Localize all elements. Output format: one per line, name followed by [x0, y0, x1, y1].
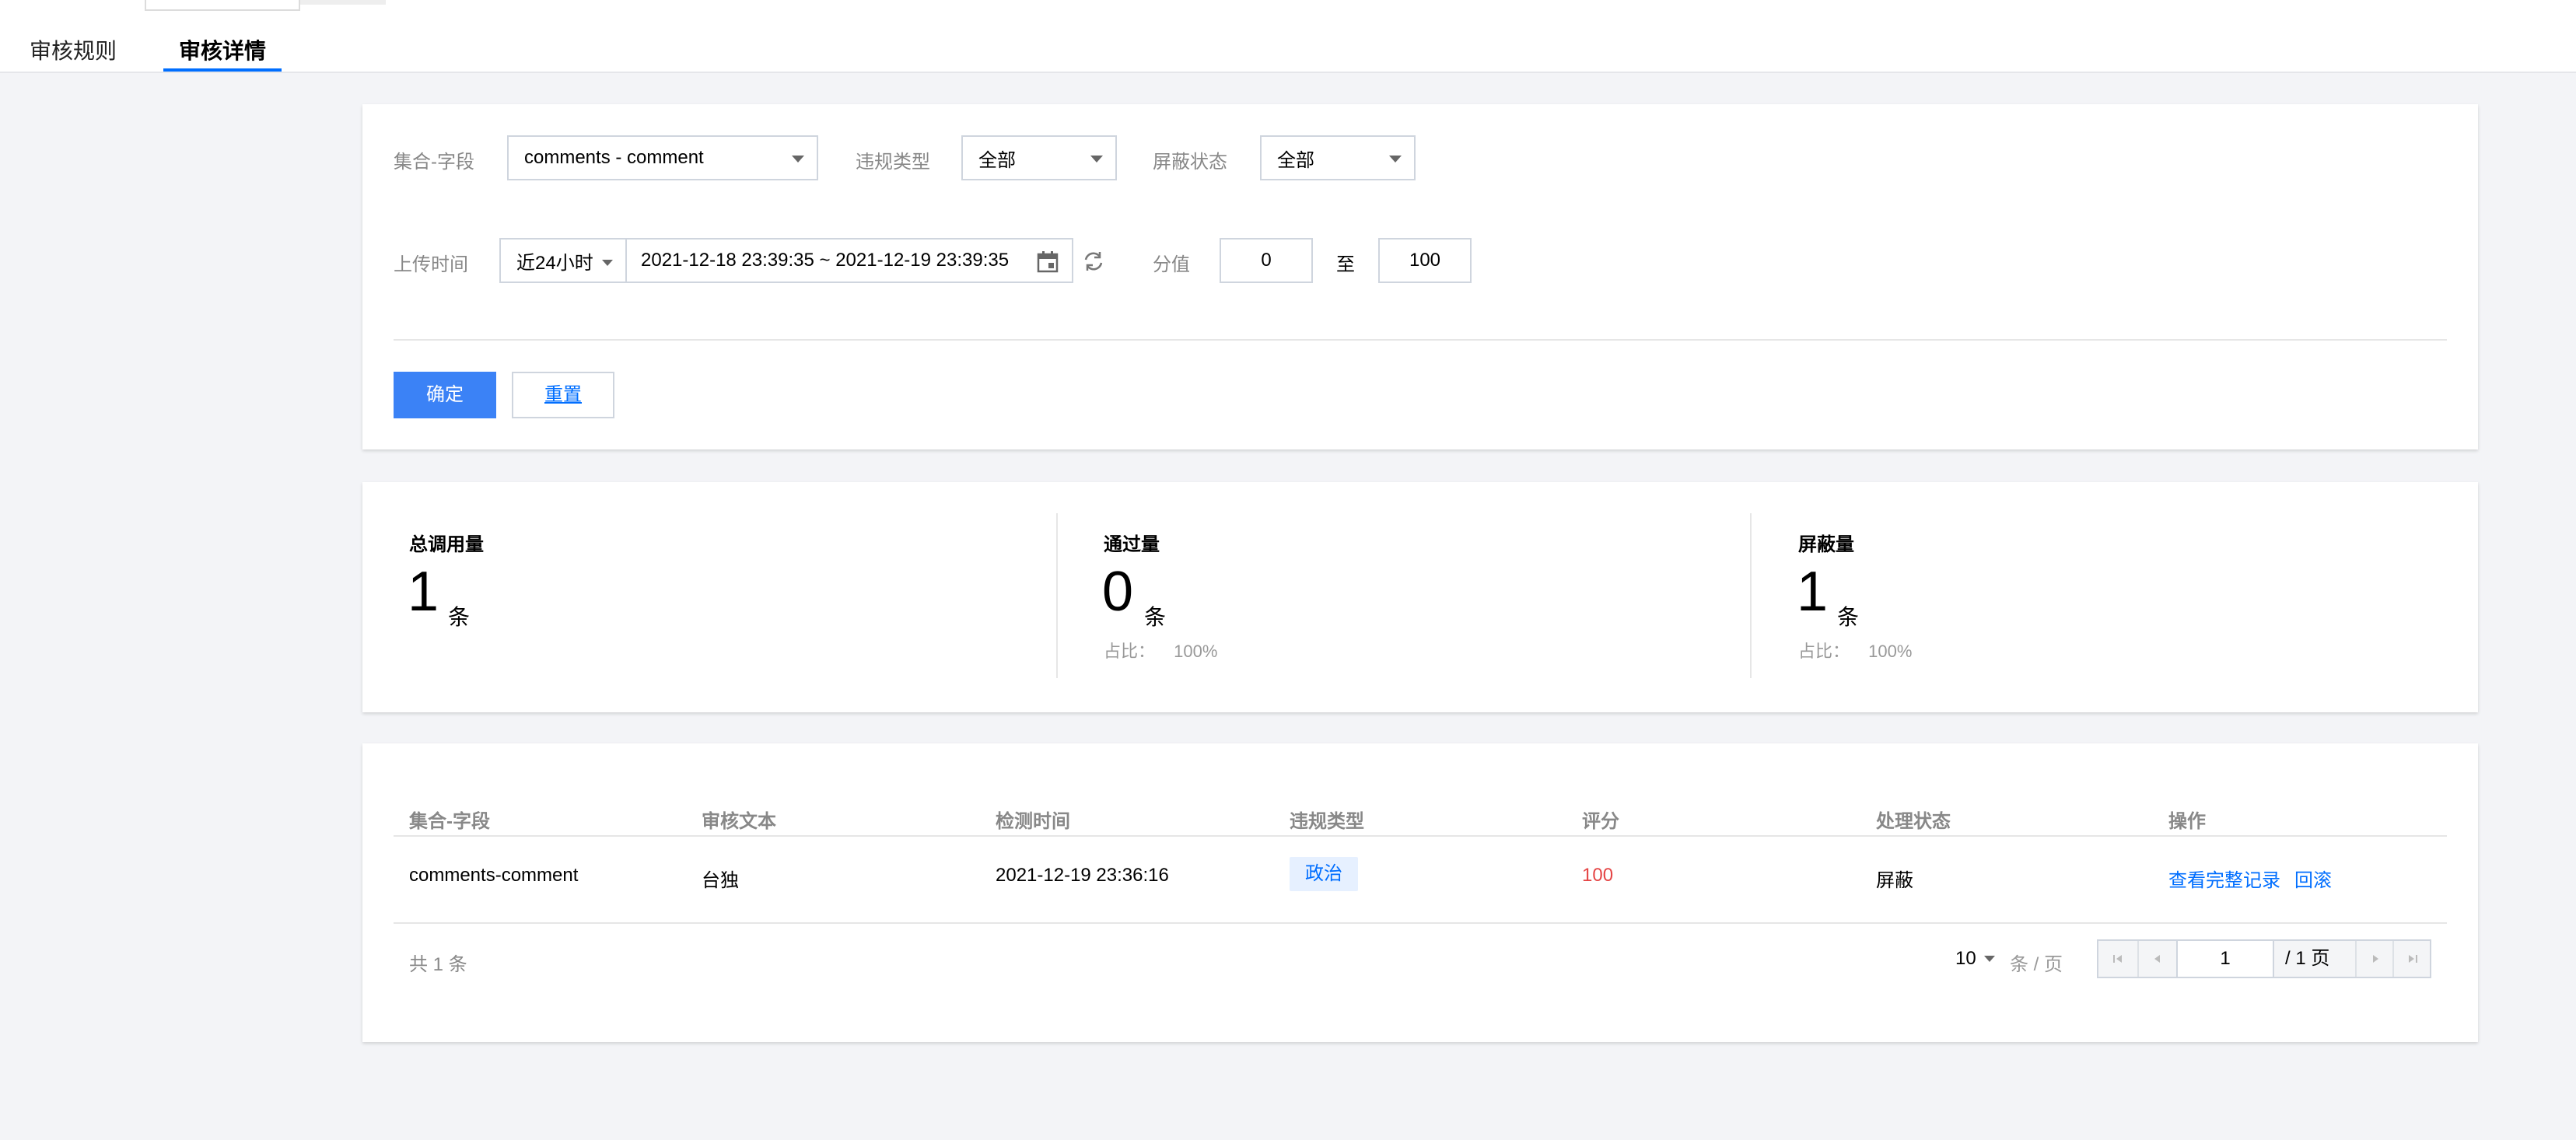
last-page-icon[interactable]: [2392, 941, 2431, 977]
top-tab-bar: 审核规则 审核详情: [0, 0, 2576, 73]
view-full-record-link[interactable]: 查看完整记录: [2168, 865, 2280, 892]
col-header-actions: 操作: [2168, 811, 2206, 832]
collection-field-value: comments - comment: [524, 147, 704, 168]
stat-value: 0: [1102, 561, 1134, 623]
prev-page-icon[interactable]: [2137, 941, 2176, 977]
block-status-value: 全部: [1277, 149, 1314, 171]
stat-title: 总调用量: [409, 534, 484, 555]
violation-type-select[interactable]: 全部: [961, 135, 1117, 180]
filter-card: 集合-字段 comments - comment 违规类型 全部 屏蔽状态 全部…: [362, 104, 2478, 449]
stat-ratio: 占比： 100%: [1798, 638, 1912, 663]
col-header-field: 集合-字段: [409, 811, 490, 832]
calendar-icon: [1037, 251, 1059, 273]
date-range-value: 2021-12-18 23:39:35 ~ 2021-12-19 23:39:3…: [641, 250, 1010, 271]
pagination: 1 / 1 页: [2097, 939, 2431, 978]
col-header-text: 审核文本: [702, 811, 776, 832]
block-status-label: 屏蔽状态: [1153, 152, 1227, 173]
stat-blocked: 屏蔽量 1 条 占比： 100%: [1752, 513, 2420, 678]
total-pages: / 1 页: [2285, 948, 2330, 969]
cell-score: 100: [1582, 865, 1614, 886]
score-label: 分值: [1153, 254, 1190, 275]
col-header-type: 违规类型: [1290, 811, 1364, 832]
page-size-select[interactable]: 10: [1955, 941, 1995, 977]
stat-unit: 条: [1144, 605, 1167, 629]
stat-title: 通过量: [1104, 534, 1160, 555]
stat-unit: 条: [448, 605, 471, 629]
cell-time: 2021-12-19 23:36:16: [996, 865, 1169, 886]
date-range-picker[interactable]: 2021-12-18 23:39:35 ~ 2021-12-19 23:39:3…: [625, 238, 1073, 283]
col-header-time: 检测时间: [996, 811, 1070, 832]
reset-button[interactable]: 重置: [512, 372, 614, 418]
block-status-select[interactable]: 全部: [1260, 135, 1416, 180]
chevron-down-icon: [1389, 156, 1402, 163]
tab-audit-rules[interactable]: 审核规则: [30, 34, 117, 65]
time-preset-select[interactable]: 近24小时: [499, 238, 627, 283]
cell-field: comments-comment: [409, 865, 579, 886]
stat-ratio-label: 占比：: [1104, 642, 1156, 661]
next-page-icon[interactable]: [2355, 941, 2394, 977]
col-header-status: 处理状态: [1876, 811, 1951, 832]
chevron-down-icon: [792, 156, 804, 163]
stat-ratio: 占比： 100%: [1104, 638, 1217, 663]
table-row-divider: [394, 922, 2447, 924]
collection-field-select[interactable]: comments - comment: [507, 135, 818, 180]
violation-type-tag: 政治: [1290, 857, 1358, 891]
collection-field-label: 集合-字段: [394, 152, 474, 173]
cell-status: 屏蔽: [1876, 870, 1913, 891]
rollback-link[interactable]: 回滚: [2294, 865, 2332, 892]
page-number-input[interactable]: 1: [2176, 941, 2274, 977]
first-page-icon[interactable]: [2098, 941, 2137, 977]
stat-total-calls: 总调用量 1 条: [362, 513, 1031, 678]
violation-type-label: 违规类型: [856, 152, 930, 173]
violation-type-value: 全部: [978, 149, 1016, 171]
stat-unit: 条: [1837, 605, 1860, 629]
stat-passed: 通过量 0 条 占比： 100%: [1057, 513, 1726, 678]
table-header-divider: [394, 835, 2447, 837]
stat-ratio-value: 100%: [1868, 642, 1913, 661]
upload-time-label: 上传时间: [394, 254, 468, 275]
chevron-down-icon: [602, 260, 613, 266]
stat-ratio-value: 100%: [1174, 642, 1218, 661]
col-header-score: 评分: [1582, 811, 1619, 832]
top-ghost-button: [300, 0, 386, 5]
confirm-button[interactable]: 确定: [394, 372, 496, 418]
chevron-down-icon: [1983, 956, 1995, 962]
stats-card: 总调用量 1 条 通过量 0 条 占比： 100% 屏蔽量 1 条 占比： 10…: [362, 482, 2478, 712]
stat-title: 屏蔽量: [1798, 534, 1854, 555]
time-preset-value: 近24小时: [516, 252, 593, 274]
cell-text: 台独: [702, 870, 739, 891]
tab-audit-details[interactable]: 审核详情: [179, 34, 266, 65]
score-max-input[interactable]: 100: [1378, 238, 1472, 283]
results-table-card: 集合-字段 审核文本 检测时间 违规类型 评分 处理状态 操作 comments…: [362, 743, 2478, 1042]
score-range-separator: 至: [1336, 254, 1355, 275]
total-count: 共 1 条: [409, 954, 467, 975]
page-size-value: 10: [1955, 948, 1976, 969]
refresh-icon[interactable]: [1081, 249, 1106, 274]
score-min-input[interactable]: 0: [1220, 238, 1313, 283]
page-size-unit: 条 / 页: [2010, 954, 2063, 975]
chevron-down-icon: [1090, 156, 1103, 163]
stat-value: 1: [1797, 561, 1829, 623]
stat-ratio-label: 占比：: [1798, 642, 1850, 661]
top-ghost-input: [145, 0, 300, 11]
active-tab-indicator: [163, 68, 282, 72]
stat-value: 1: [408, 561, 439, 623]
filter-divider: [394, 339, 2447, 341]
